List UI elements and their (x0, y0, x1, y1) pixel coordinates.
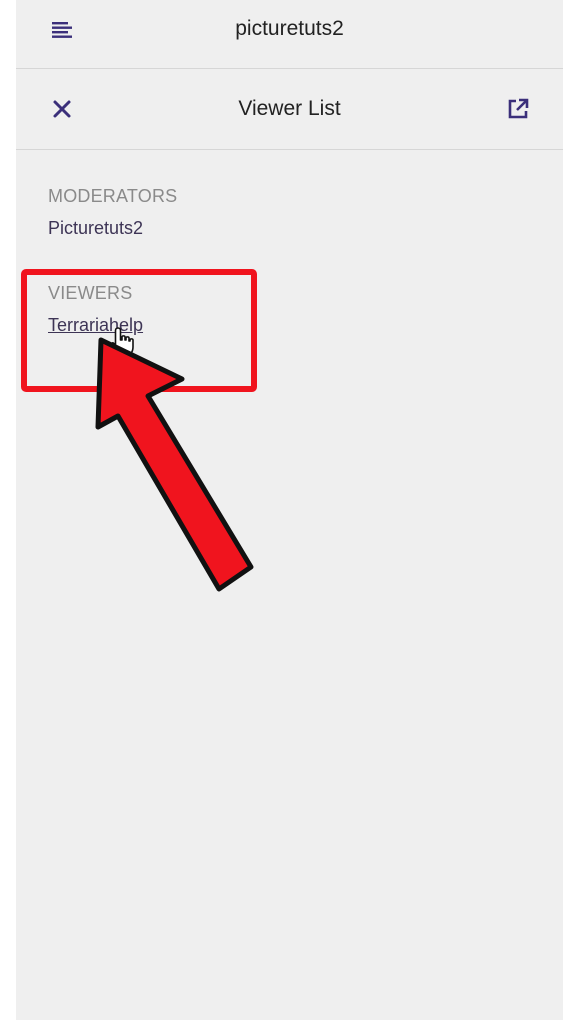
annotation-highlight-box (21, 269, 257, 392)
hand-cursor-icon (110, 327, 134, 357)
top-bar: picturetuts2 (16, 0, 563, 69)
moderator-name[interactable]: Picturetuts2 (48, 218, 143, 239)
viewer-list-panel: picturetuts2 Viewer List MODERATORS Pict… (16, 0, 563, 1020)
viewer-list-title: Viewer List (238, 97, 341, 120)
popout-icon[interactable] (506, 97, 530, 121)
viewer-list-header: Viewer List (16, 69, 563, 150)
moderators-heading: MODERATORS (48, 186, 178, 206)
channel-title: picturetuts2 (235, 17, 344, 40)
